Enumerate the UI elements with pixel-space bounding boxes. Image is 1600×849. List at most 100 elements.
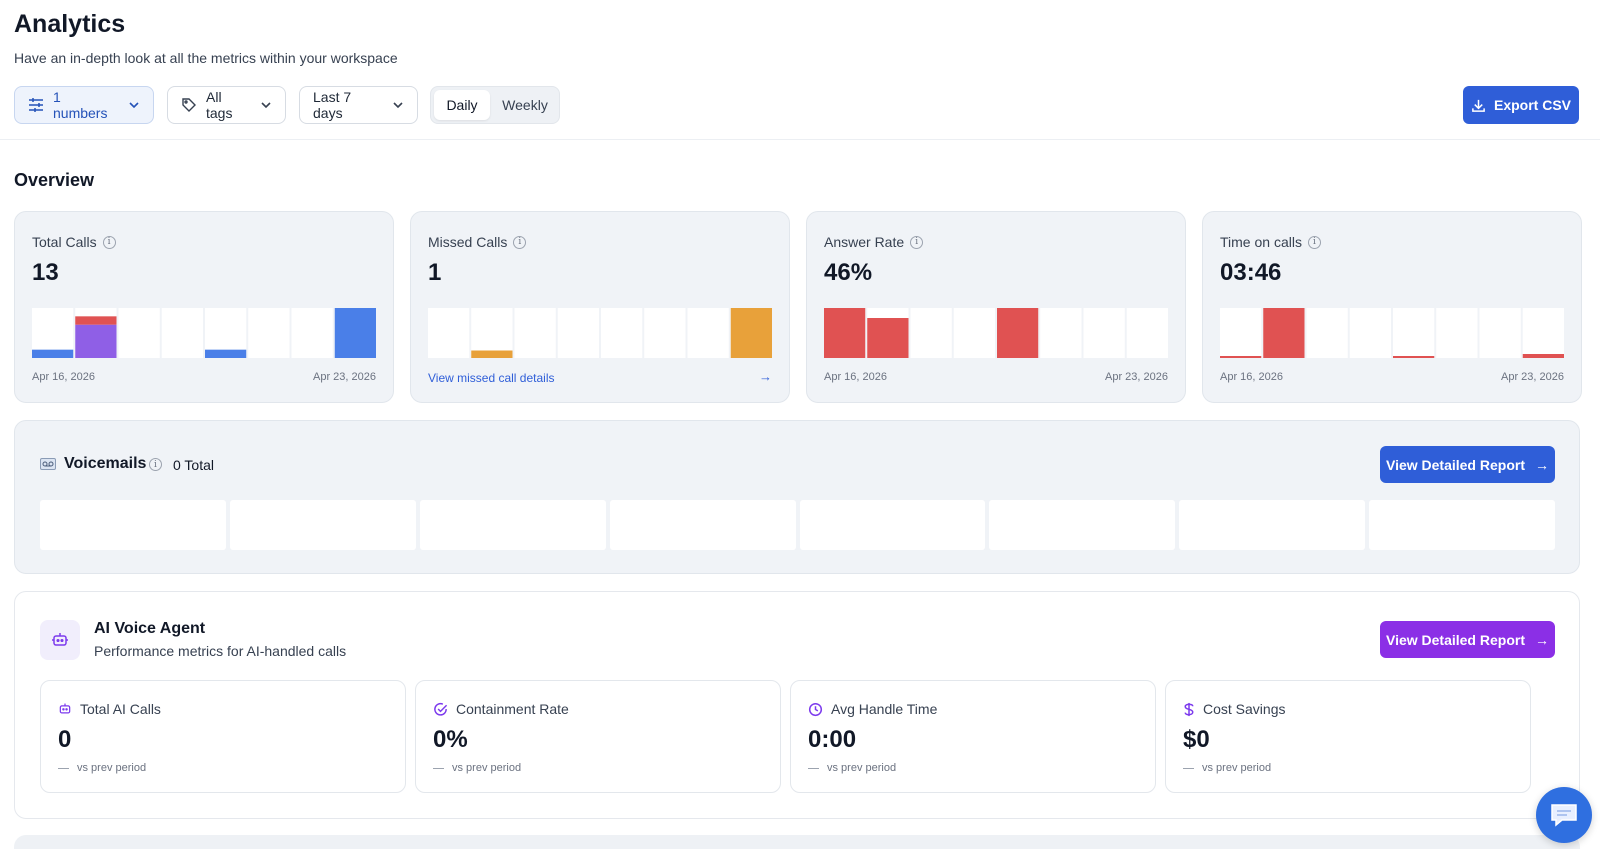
metric-value: 0 (58, 726, 72, 753)
dollar-icon (1184, 702, 1194, 716)
time-on-calls-chart (1220, 308, 1564, 358)
compare-label: vs prev period (452, 762, 522, 774)
voicemail-day-cell (1179, 500, 1366, 550)
missed-calls-card: Missed Calls i 1 View missed call detail… (410, 211, 790, 403)
chart-slot (1349, 308, 1391, 358)
info-icon[interactable]: i (513, 235, 527, 249)
voicemail-day-cell (1369, 500, 1555, 550)
ai-report-button[interactable]: View Detailed Report → (1380, 621, 1555, 658)
chart-slot (953, 308, 995, 358)
page-title: Analytics (14, 10, 126, 38)
daily-toggle[interactable]: Daily (434, 90, 490, 120)
voicemails-chart (40, 500, 1555, 550)
chart-slot (1393, 308, 1435, 358)
answer-rate-label-row: Answer Rate i (824, 234, 924, 250)
time-on-calls-value: 03:46 (1220, 259, 1282, 286)
period-toggle: Daily Weekly (430, 86, 560, 124)
total-ai-calls-card: Total AI Calls 0 vs prev period (40, 680, 406, 793)
arrow-right-icon[interactable]: → (759, 369, 772, 384)
compare-label: vs prev period (827, 762, 897, 774)
chart-bar[interactable] (867, 318, 909, 358)
dash-icon (58, 767, 69, 769)
dash-icon (1183, 767, 1194, 769)
voicemail-day-cell (40, 500, 226, 550)
page-subtitle: Have an in-depth look at all the metrics… (14, 50, 398, 66)
numbers-filter[interactable]: 1 numbers (14, 86, 154, 124)
chart-end-date: Apr 23, 2026 (1105, 371, 1168, 383)
missed-calls-value: 1 (428, 259, 442, 286)
metric-compare: vs prev period (1183, 762, 1271, 774)
arrow-right-icon: → (1535, 631, 1549, 648)
ai-agent-subtitle: Performance metrics for AI-handled calls (94, 643, 347, 659)
info-icon[interactable]: i (102, 235, 116, 249)
metric-compare: vs prev period (808, 762, 896, 774)
chart-slot (514, 308, 556, 358)
chart-bar[interactable] (1393, 356, 1435, 358)
dash-icon (808, 767, 819, 769)
chart-slot (1522, 308, 1564, 358)
answer-rate-chart (824, 308, 1168, 358)
chart-slot (1040, 308, 1082, 358)
chart-slot (687, 308, 729, 358)
metric-compare: vs prev period (433, 762, 521, 774)
chart-end-date: Apr 23, 2026 (1501, 371, 1564, 383)
missed-calls-label: Missed Calls (428, 234, 508, 250)
compare-label: vs prev period (77, 762, 147, 774)
voicemail-day-cell (229, 500, 416, 550)
missed-calls-chart (428, 308, 772, 359)
chart-bar[interactable] (334, 308, 376, 358)
view-missed-calls-link[interactable]: View missed call details (428, 371, 555, 385)
chart-bar[interactable] (730, 308, 772, 358)
date-range-filter[interactable]: Last 7 days (299, 86, 418, 124)
chat-support-button[interactable] (1536, 787, 1592, 843)
info-icon[interactable]: i (1307, 235, 1321, 249)
chart-bar[interactable] (75, 316, 117, 325)
info-icon[interactable]: i (910, 235, 924, 249)
chart-slot (910, 308, 952, 358)
chart-bar[interactable] (1220, 356, 1262, 358)
avg-handle-time-card: Avg Handle Time 0:00 vs prev period (790, 680, 1156, 793)
voicemails-heading: Voicemails (40, 455, 146, 473)
voicemails-report-button[interactable]: View Detailed Report → (1380, 446, 1555, 483)
chart-slot (601, 308, 643, 358)
download-icon (1472, 99, 1485, 112)
robot-icon (59, 703, 71, 714)
chart-bar[interactable] (205, 349, 247, 358)
sliders-icon (29, 98, 43, 112)
chart-slot (1306, 308, 1348, 358)
chart-bar[interactable] (1263, 308, 1305, 358)
voicemails-title: Voicemails (64, 455, 147, 472)
chart-slot (1479, 308, 1521, 358)
missed-calls-label-row: Missed Calls i (428, 234, 527, 250)
chart-bar[interactable] (471, 350, 513, 359)
chart-bar[interactable] (1522, 354, 1564, 358)
metric-label: Cost Savings (1203, 701, 1286, 717)
voicemail-day-cell (799, 500, 986, 550)
chart-bar[interactable] (32, 349, 74, 358)
chart-bar[interactable] (75, 324, 117, 358)
voicemail-day-cell (419, 500, 606, 550)
containment-rate-card: Containment Rate 0% vs prev period (415, 680, 781, 793)
robot-icon (40, 620, 80, 660)
date-range-label: Last 7 days (313, 89, 352, 121)
compare-label: vs prev period (1202, 762, 1272, 774)
metric-value: 0% (433, 726, 468, 753)
answer-rate-card: Answer Rate i 46% Apr 16, 2026 Apr 23, 2… (806, 211, 1186, 403)
chart-bar[interactable] (824, 308, 866, 358)
chart-bar[interactable] (997, 308, 1039, 358)
voicemails-panel: Voicemails i 0 Total View Detailed Repor… (14, 420, 1580, 574)
info-icon[interactable]: i (149, 458, 162, 471)
tags-filter[interactable]: All tags (167, 86, 286, 124)
export-csv-button[interactable]: Export CSV (1463, 86, 1579, 124)
answer-rate-label: Answer Rate (824, 234, 905, 250)
chart-start-date: Apr 16, 2026 (824, 371, 887, 383)
answer-rate-value: 46% (824, 259, 873, 286)
voicemail-day-cell (609, 500, 796, 550)
weekly-toggle[interactable]: Weekly (494, 90, 556, 120)
chart-slot (428, 308, 470, 358)
metric-compare: vs prev period (58, 762, 146, 774)
page-header: Analytics Have an in-depth look at all t… (0, 0, 1600, 140)
tags-filter-label: All tags (206, 89, 233, 121)
cost-savings-card: Cost Savings $0 vs prev period (1165, 680, 1531, 793)
report-button-label: View Detailed Report (1385, 631, 1525, 648)
